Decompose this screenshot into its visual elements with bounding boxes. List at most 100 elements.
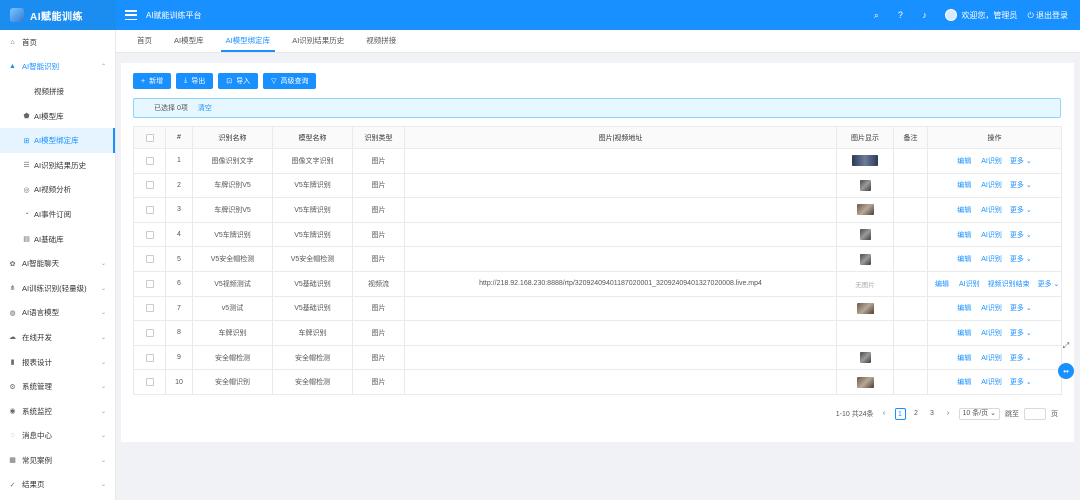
menu-toggle-icon[interactable] — [125, 10, 137, 20]
page-3-button[interactable]: 3 — [927, 408, 938, 420]
image-thumbnail[interactable] — [859, 179, 871, 191]
welcome-text[interactable]: 欢迎您，管理员 — [961, 10, 1017, 21]
edit-link[interactable]: 编辑 — [957, 182, 971, 189]
row-checkbox[interactable] — [145, 304, 154, 313]
image-thumbnail[interactable] — [852, 155, 878, 167]
sidebar-item-18[interactable]: ✓ 结果页 ⌄ — [0, 473, 115, 498]
more-dropdown[interactable]: 更多 ⌄ — [1010, 256, 1032, 263]
chevron-down-icon: ⌄ — [1053, 280, 1060, 288]
sidebar-item-13[interactable]: ▮ 报表设计 ⌄ — [0, 350, 115, 375]
video-result-link[interactable]: 视频识别结束 — [988, 281, 1030, 288]
ai-recognize-link[interactable]: AI识别 — [981, 355, 1002, 362]
tab-1[interactable]: AI模型库 — [163, 29, 215, 52]
ai-recognize-link[interactable]: AI识别 — [981, 182, 1002, 189]
sidebar-item-9[interactable]: ✿ AI智能聊天 ⌄ — [0, 251, 115, 276]
chat-icon: ✿ — [9, 260, 16, 268]
sidebar-item-6[interactable]: ◎ AI视频分析 — [0, 178, 115, 203]
search-icon[interactable]: ⌕ — [865, 10, 887, 21]
next-page-button[interactable]: › — [943, 408, 954, 420]
image-thumbnail[interactable] — [856, 204, 874, 216]
ai-recognize-link[interactable]: AI识别 — [981, 305, 1002, 312]
ai-recognize-link[interactable]: AI识别 — [981, 232, 1002, 239]
more-dropdown[interactable]: 更多 ⌄ — [1010, 158, 1032, 165]
row-checkbox[interactable] — [145, 205, 154, 214]
more-dropdown[interactable]: 更多 ⌄ — [1010, 207, 1032, 214]
page-1-button[interactable]: 1 — [894, 408, 906, 420]
sidebar-item-label: AI训练识别(轻量级) — [22, 283, 87, 293]
chevron-down-icon: ⌄ — [1025, 157, 1032, 165]
notification-icon[interactable]: ♪ — [913, 10, 935, 20]
sidebar-item-8[interactable]: ▤ AI基础库 — [0, 227, 115, 252]
more-dropdown[interactable]: 更多 ⌄ — [1010, 330, 1032, 337]
page-2-button[interactable]: 2 — [911, 408, 922, 420]
sidebar-item-5[interactable]: ☰ AI识别结果历史 — [0, 153, 115, 178]
tab-0[interactable]: 首页 — [126, 29, 163, 52]
select-all-checkbox[interactable] — [145, 133, 154, 142]
advanced-query-button[interactable]: ▽ 高级查询 — [263, 73, 317, 89]
export-button[interactable]: ⤓ 导出 — [176, 73, 214, 89]
tab-3[interactable]: AI识别结果历史 — [281, 29, 355, 52]
row-checkbox[interactable] — [145, 181, 154, 190]
header-recognition-name: 识别名称 — [192, 126, 273, 149]
tab-4[interactable]: 视频拼接 — [355, 29, 407, 52]
edit-link[interactable]: 编辑 — [957, 158, 971, 165]
expand-icon[interactable]: ⤢ — [1058, 338, 1074, 354]
more-dropdown[interactable]: 更多 ⌄ — [1010, 182, 1032, 189]
import-button[interactable]: ⊡ 导入 — [218, 73, 259, 89]
row-checkbox[interactable] — [145, 255, 154, 264]
prev-page-button[interactable]: ‹ — [879, 408, 890, 420]
row-checkbox[interactable] — [145, 279, 154, 288]
sidebar-item-2[interactable]: 视频拼接 — [0, 79, 115, 104]
sidebar-item-16[interactable]: ◌ 消息中心 ⌄ — [0, 424, 115, 449]
image-thumbnail[interactable] — [859, 352, 871, 364]
ai-recognize-link[interactable]: AI识别 — [959, 281, 980, 288]
more-dropdown[interactable]: 更多 ⌄ — [1038, 281, 1060, 288]
row-checkbox[interactable] — [145, 156, 154, 165]
ai-recognize-link[interactable]: AI识别 — [981, 158, 1002, 165]
clear-selection-link[interactable]: 清空 — [198, 103, 212, 113]
sidebar-item-4[interactable]: ⊞ AI模型绑定库 — [0, 128, 115, 153]
sidebar-item-1[interactable]: ▲ AI智能识别 ⌃ — [0, 55, 115, 80]
sidebar-item-15[interactable]: ◉ 系统监控 ⌄ — [0, 399, 115, 424]
image-thumbnail[interactable] — [856, 302, 874, 314]
add-button[interactable]: + 新增 — [133, 73, 172, 89]
ai-recognize-link[interactable]: AI识别 — [981, 330, 1002, 337]
edit-link[interactable]: 编辑 — [957, 379, 971, 386]
edit-link[interactable]: 编辑 — [957, 256, 971, 263]
edit-link[interactable]: 编辑 — [957, 232, 971, 239]
tab-2[interactable]: AI模型绑定库 — [215, 29, 282, 52]
more-dropdown[interactable]: 更多 ⌄ — [1010, 305, 1032, 312]
more-dropdown[interactable]: 更多 ⌄ — [1010, 355, 1032, 362]
row-checkbox[interactable] — [145, 378, 154, 387]
sidebar-item-14[interactable]: ⚙ 系统管理 ⌄ — [0, 374, 115, 399]
sidebar-item-3[interactable]: ⬟ AI模型库 — [0, 104, 115, 129]
edit-link[interactable]: 编辑 — [957, 355, 971, 362]
row-checkbox[interactable] — [145, 353, 154, 362]
page-size-select[interactable]: 10 条/页 ⌄ — [958, 408, 1000, 420]
ai-recognize-link[interactable]: AI识别 — [981, 207, 1002, 214]
sidebar-item-12[interactable]: ☁ 在线开发 ⌄ — [0, 325, 115, 350]
sidebar-item-7[interactable]: ◔ AI事件订阅 — [0, 202, 115, 227]
more-dropdown[interactable]: 更多 ⌄ — [1010, 379, 1032, 386]
sidebar-item-11[interactable]: ◍ AI语言模型 ⌄ — [0, 301, 115, 326]
sidebar-item-10[interactable]: ⋔ AI训练识别(轻量级) ⌄ — [0, 276, 115, 301]
goto-page-input[interactable] — [1024, 408, 1046, 420]
help-icon[interactable]: ? — [889, 10, 911, 20]
edit-link[interactable]: 编辑 — [935, 281, 949, 288]
image-thumbnail[interactable] — [859, 229, 871, 241]
image-thumbnail[interactable] — [859, 253, 871, 265]
sidebar-item-17[interactable]: ▦ 常见案例 ⌄ — [0, 448, 115, 473]
ai-recognize-link[interactable]: AI识别 — [981, 379, 1002, 386]
edit-link[interactable]: 编辑 — [957, 207, 971, 214]
sidebar-item-0[interactable]: ⌂ 首页 — [0, 30, 115, 55]
edit-link[interactable]: 编辑 — [957, 305, 971, 312]
logout-button[interactable]: ⏻ 退出登录 — [1027, 10, 1068, 21]
image-thumbnail[interactable] — [856, 376, 874, 388]
row-checkbox[interactable] — [145, 328, 154, 337]
ai-recognize-link[interactable]: AI识别 — [981, 256, 1002, 263]
avatar[interactable] — [945, 9, 958, 21]
chat-bot-icon[interactable]: •• — [1058, 363, 1074, 379]
edit-link[interactable]: 编辑 — [957, 330, 971, 337]
row-checkbox[interactable] — [145, 230, 154, 239]
more-dropdown[interactable]: 更多 ⌄ — [1010, 232, 1032, 239]
